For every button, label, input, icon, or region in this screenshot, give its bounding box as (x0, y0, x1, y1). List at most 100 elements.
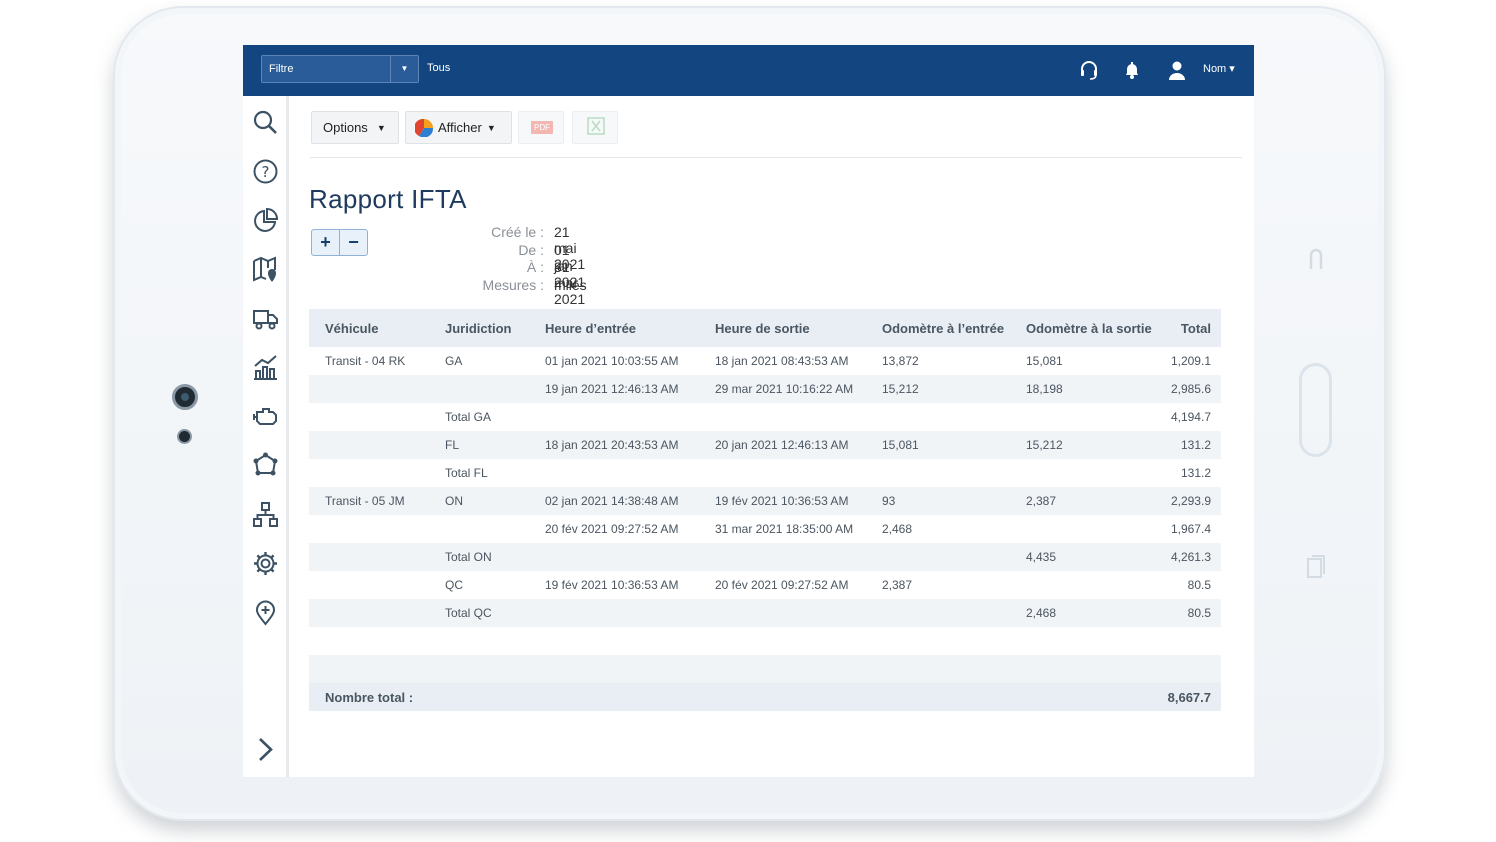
table-cell: 131.2 (1180, 438, 1211, 452)
table-cell: Total GA (445, 410, 492, 424)
filter-select[interactable]: Filtre ▼ (261, 55, 419, 83)
pie-chart-icon[interactable] (252, 207, 279, 234)
top-bar: Filtre ▼ Tous Nom ▾ (243, 45, 1254, 96)
pdf-icon: PDF (531, 121, 553, 134)
map-icon[interactable] (252, 256, 279, 283)
chevron-down-icon: ▼ (486, 122, 496, 133)
table-row[interactable]: 20 fév 2021 09:27:52 AM 31 mar 2021 18:35… (309, 515, 1221, 543)
user-menu[interactable]: Nom ▾ (1203, 62, 1235, 75)
table-cell: 131.2 (1180, 466, 1211, 480)
table-cell: 20 fév 2021 09:27:52 AM (715, 578, 849, 592)
filter-label: Filtre (269, 63, 294, 75)
table-cell: 2,468 (882, 522, 913, 536)
table-cell: 18,198 (1026, 382, 1063, 396)
camera-icon (172, 384, 198, 410)
table-cell: 19 jan 2021 12:46:13 AM (545, 382, 679, 396)
afficher-label: Afficher (438, 120, 482, 135)
expand-collapse-control: + − (311, 229, 368, 256)
engine-icon[interactable] (252, 403, 279, 430)
bell-icon[interactable] (1121, 59, 1143, 81)
home-button[interactable] (1299, 363, 1332, 457)
chart-icon[interactable] (252, 354, 279, 381)
table-cell: 15,081 (1026, 354, 1063, 368)
table-row[interactable]: Total ON 4,435 4,261.3 (309, 543, 1221, 571)
copy-icon (1305, 553, 1327, 581)
table-cell: 18 jan 2021 08:43:53 AM (715, 354, 849, 368)
table-cell: 01 jan 2021 10:03:55 AM (545, 354, 679, 368)
table-cell: 13,872 (882, 354, 919, 368)
table-row[interactable]: Transit - 05 JM ON 02 jan 2021 14:38:48 AM… (309, 487, 1221, 515)
table-row[interactable]: 19 jan 2021 12:46:13 AM 29 mar 2021 10:16… (309, 375, 1221, 403)
table-cell: 4,435 (1026, 550, 1057, 564)
app-screen: Filtre ▼ Tous Nom ▾ ? Options ▼ Afficher… (243, 45, 1254, 777)
table-cell: 80.5 (1187, 606, 1211, 620)
table-row[interactable]: QC 19 fév 2021 10:36:53 AM 20 fév 2021 09:… (309, 571, 1221, 599)
meta-units: Mesures : (482, 277, 544, 293)
table-cell: Transit - 05 JM (325, 494, 405, 508)
col-heure-entree[interactable]: Heure d’entrée (545, 321, 636, 336)
table-cell: 15,081 (882, 438, 919, 452)
table-row[interactable]: Total FL 131.2 (309, 459, 1221, 487)
table-cell: 18 jan 2021 20:43:53 AM (545, 438, 679, 452)
report-content: Options ▼ Afficher ▼ PDF Rapport IFTA + … (289, 96, 1254, 777)
col-juridiction[interactable]: Juridiction (445, 321, 511, 336)
chevron-down-icon[interactable]: ▼ (390, 56, 418, 82)
collapse-button[interactable]: − (340, 230, 367, 255)
table-header: Véhicule Juridiction Heure d’entrée Heur… (309, 309, 1221, 347)
headphone-jack-icon (1305, 243, 1327, 271)
help-icon[interactable]: ? (252, 158, 279, 185)
toolbar-divider (310, 157, 1242, 158)
gear-icon[interactable] (252, 550, 279, 577)
table-row[interactable]: FL 18 jan 2021 20:43:53 AM 20 jan 2021 12:… (309, 431, 1221, 459)
col-heure-sortie[interactable]: Heure de sortie (715, 321, 810, 336)
table-cell: 15,212 (1026, 438, 1063, 452)
table-cell: 20 fév 2021 09:27:52 AM (545, 522, 679, 536)
pie-chart-icon (414, 118, 434, 138)
table-cell: 15,212 (882, 382, 919, 396)
ifta-table: Véhicule Juridiction Heure d’entrée Heur… (309, 309, 1221, 627)
table-row[interactable]: Transit - 04 RK GA 01 jan 2021 10:03:55 AM… (309, 347, 1221, 375)
table-cell: ON (445, 494, 463, 508)
table-cell: 80.5 (1187, 578, 1211, 592)
table-spacer (309, 655, 1221, 683)
table-cell: QC (445, 578, 463, 592)
table-row[interactable]: Total QC 2,468 80.5 (309, 599, 1221, 627)
meta-to: À : (526, 259, 544, 275)
table-cell: 02 jan 2021 14:38:48 AM (545, 494, 679, 508)
table-cell: 4,194.7 (1170, 410, 1211, 424)
hierarchy-icon[interactable] (252, 501, 279, 528)
grand-total-value: 8,667.7 (1167, 690, 1211, 705)
col-odometre-entree[interactable]: Odomètre à l’entrée (882, 321, 1004, 336)
table-cell: Total FL (445, 466, 488, 480)
table-row[interactable]: Total GA 4,194.7 (309, 403, 1221, 431)
expand-button[interactable]: + (312, 230, 340, 255)
user-icon[interactable] (1166, 59, 1188, 81)
meta-created: Créé le : (491, 224, 544, 240)
table-cell: FL (445, 438, 460, 452)
location-icon[interactable] (252, 599, 279, 626)
chevron-down-icon: ▼ (376, 122, 386, 133)
table-cell: Total QC (445, 606, 492, 620)
pdf-export-button[interactable]: PDF (518, 111, 564, 144)
table-cell: GA (445, 354, 463, 368)
col-odometre-sortie[interactable]: Odomètre à la sortie (1026, 321, 1152, 336)
truck-icon[interactable] (252, 305, 279, 332)
table-cell: 2,468 (1026, 606, 1057, 620)
grand-total-row: Nombre total : 8,667.7 (309, 683, 1221, 711)
table-body: Transit - 04 RK GA 01 jan 2021 10:03:55 AM… (309, 347, 1221, 627)
chevron-right-icon[interactable] (252, 736, 279, 763)
afficher-button[interactable]: Afficher ▼ (405, 111, 512, 144)
table-cell: 31 mar 2021 18:35:00 AM (715, 522, 854, 536)
options-button[interactable]: Options ▼ (311, 111, 399, 144)
excel-export-button[interactable] (572, 111, 618, 144)
table-cell: Transit - 04 RK (325, 354, 406, 368)
network-icon[interactable] (252, 452, 279, 479)
headset-icon[interactable] (1078, 59, 1100, 81)
svg-text:?: ? (262, 163, 270, 181)
sensor-icon (177, 429, 192, 444)
grand-total-label: Nombre total : (325, 690, 414, 705)
col-total[interactable]: Total (1181, 321, 1211, 336)
search-icon[interactable] (252, 109, 279, 136)
meta-from: De : (518, 242, 544, 258)
col-vehicule[interactable]: Véhicule (325, 321, 378, 336)
